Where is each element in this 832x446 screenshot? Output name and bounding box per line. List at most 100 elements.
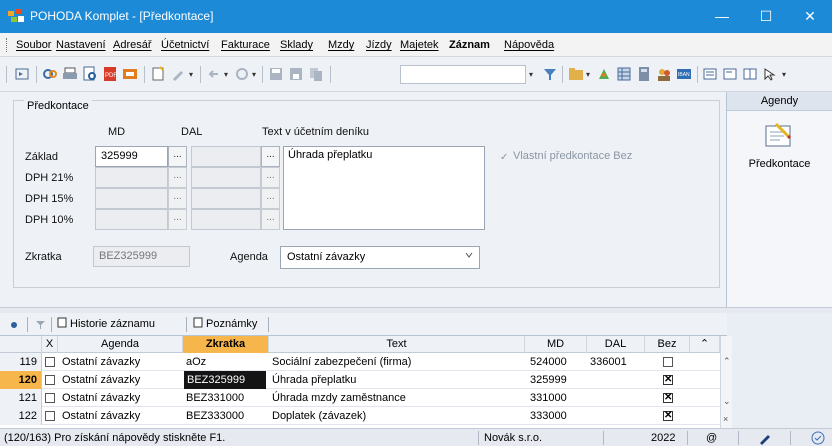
calculator-icon[interactable] [636,66,652,82]
menu-napoveda[interactable]: Nápověda [504,39,554,51]
scroll-up-icon[interactable]: ⌃ [723,356,731,367]
zkratka-field[interactable]: BEZ325999 [93,246,190,267]
record-nav-icon[interactable] [14,66,30,82]
print-preview-icon[interactable] [82,66,98,82]
scroll-down-icon[interactable]: ⌄ [723,396,731,407]
tab-historie-zaznamu[interactable]: Historie záznamu [57,317,155,330]
tab-separator [186,317,187,332]
back-icon[interactable] [206,66,222,82]
edit-record-icon[interactable] [170,66,186,82]
table-row[interactable]: 122 Ostatní závazky BEZ333000 Doplatek (… [0,407,720,425]
md-picker-button-dph15[interactable]: ... [168,188,187,209]
journal-text-area[interactable]: Úhrada přeplatku [283,146,485,230]
dal-field-zaklad[interactable] [191,146,261,167]
row-select-checkbox[interactable] [45,357,55,367]
header-dal[interactable]: DAL [587,336,645,353]
menu-majetek[interactable]: Majetek [400,39,439,51]
table-scrollbar[interactable]: ⌃ ⌄ × [720,336,732,428]
form-icon[interactable] [722,66,738,82]
row-select-checkbox[interactable] [45,411,55,421]
dal-field-dph21[interactable] [191,167,261,188]
help-dropdown-icon[interactable]: ▾ [782,70,786,79]
pencil-icon[interactable] [758,431,772,445]
md-picker-button-dph10[interactable]: ... [168,209,187,230]
table-row[interactable]: 121 Ostatní závazky BEZ331000 Úhrada mzd… [0,389,720,407]
md-field-dph10[interactable] [95,209,168,230]
menu-soubor[interactable]: Soubor [16,39,51,51]
cell-dal [590,389,645,407]
dal-picker-button-dph15[interactable]: ... [261,188,280,209]
back-dropdown-icon[interactable]: ▾ [224,70,228,79]
dal-field-dph15[interactable] [191,188,261,209]
link-icon[interactable] [42,66,58,82]
help-icon[interactable] [762,66,778,82]
refresh-icon[interactable] [596,66,612,82]
pin-icon[interactable] [9,320,19,330]
menu-mzdy[interactable]: Mzdy [328,39,354,51]
scroll-end-icon[interactable]: × [723,414,728,424]
header-text[interactable]: Text [269,336,525,353]
iban-icon[interactable]: IBAN [676,66,692,82]
users-icon[interactable] [656,66,672,82]
list-icon[interactable] [702,66,718,82]
menu-ucetnictvi[interactable]: Účetnictví [161,39,209,51]
header-agenda[interactable]: Agenda [58,336,183,353]
header-scroll-up[interactable]: ⌃ [690,336,720,353]
md-field-dph21[interactable] [95,167,168,188]
table-icon[interactable] [616,66,632,82]
menu-adresar[interactable]: Adresář [113,39,152,51]
predkontace-agenda-icon[interactable] [762,120,794,150]
header-zkratka[interactable]: Zkratka [183,336,269,353]
dal-picker-button-dph10[interactable]: ... [261,209,280,230]
dal-picker-button-zaklad[interactable]: ... [261,146,280,167]
row-select-checkbox[interactable] [45,375,55,385]
menu-fakturace[interactable]: Fakturace [221,39,270,51]
folder-dropdown-icon[interactable]: ▾ [586,70,590,79]
quick-search-dropdown-icon[interactable]: ▾ [529,70,533,79]
check-circle-icon[interactable] [811,431,825,445]
export-icon[interactable] [122,66,138,82]
header-x[interactable]: X [42,336,58,353]
cell-text: Doplatek (závazek) [272,410,367,422]
bez-checkbox[interactable] [663,357,673,367]
print-icon[interactable] [62,66,78,82]
quick-search-input[interactable] [400,65,526,84]
history-icon[interactable] [234,66,250,82]
new-record-icon[interactable] [150,66,166,82]
header-bez[interactable]: Bez [645,336,690,353]
dal-picker-button-dph21[interactable]: ... [261,167,280,188]
minimize-button[interactable]: — [700,0,744,33]
tab-poznamky[interactable]: Poznámky [193,317,257,330]
menu-zaznam[interactable]: Záznam [449,39,490,51]
header-md[interactable]: MD [525,336,587,353]
menu-sklady[interactable]: Sklady [280,39,313,51]
edit-dropdown-icon[interactable]: ▾ [189,70,193,79]
md-picker-button-zaklad[interactable]: ... [168,146,187,167]
close-button[interactable]: ✕ [788,0,832,33]
menu-jizdy[interactable]: Jízdy [366,39,392,51]
menu-nastaveni[interactable]: Nastavení [56,39,106,51]
filter-icon[interactable] [35,319,46,330]
own-predkontace-checkbox[interactable]: ✓ Vlastní předkontace Bez [500,150,632,163]
bez-checkbox[interactable]: ✕ [663,411,673,421]
row-select-checkbox[interactable] [45,393,55,403]
dal-field-dph10[interactable] [191,209,261,230]
bez-checkbox[interactable]: ✕ [663,375,673,385]
pdf-icon[interactable]: PDF [102,66,118,82]
save-icon[interactable] [268,66,284,82]
filter-icon[interactable] [542,66,558,82]
bez-checkbox[interactable]: ✕ [663,393,673,403]
md-picker-button-dph21[interactable]: ... [168,167,187,188]
md-field-zaklad[interactable]: 325999 [95,146,168,167]
folder-icon[interactable] [568,66,584,82]
agenda-select[interactable]: Ostatní závazky [280,246,480,269]
table-row[interactable]: 120 Ostatní závazky BEZ325999 Úhrada pře… [0,371,720,389]
predkontace-agenda-label[interactable]: Předkontace [727,158,832,170]
table-row[interactable]: 119 Ostatní závazky aOz Sociální zabezpe… [0,353,720,371]
md-field-dph15[interactable] [95,188,168,209]
history-dropdown-icon[interactable]: ▾ [252,70,256,79]
maximize-button[interactable]: ☐ [744,0,788,33]
split-view-icon[interactable] [742,66,758,82]
copy-icon[interactable] [308,66,324,82]
save-as-icon[interactable] [288,66,304,82]
